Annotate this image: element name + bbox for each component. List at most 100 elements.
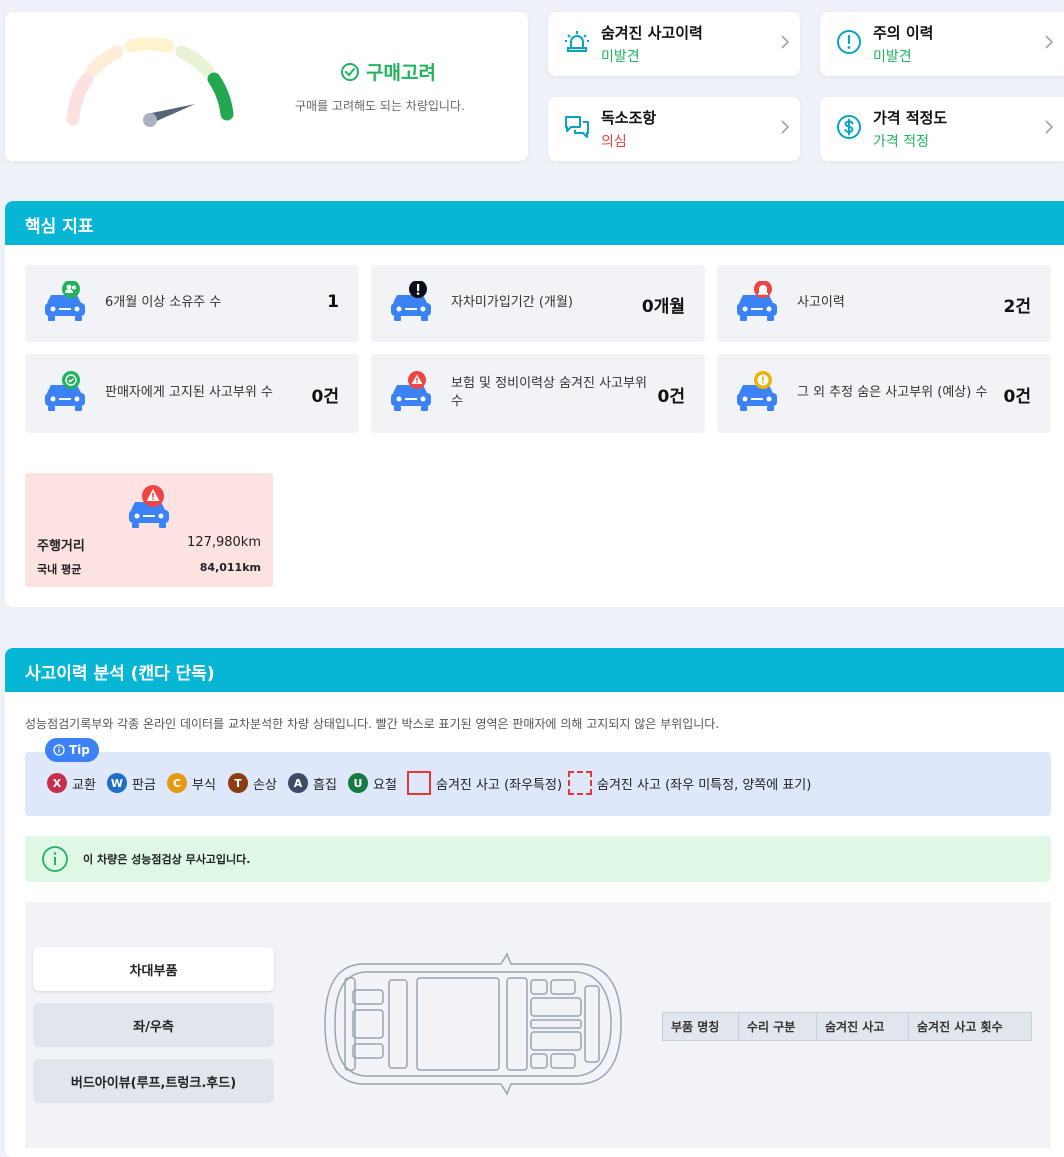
legend-label: 부식 <box>192 777 216 793</box>
average-mileage-label: 국내 평균 <box>37 563 82 576</box>
verdict-description: 구매를 고려해도 되는 차량입니다. <box>295 99 465 113</box>
legend-badge: X <box>47 773 67 793</box>
metric-value: 0건 <box>1003 387 1031 407</box>
card-title: 숨겨진 사고이력 <box>601 24 703 42</box>
card-status: 미발견 <box>601 49 640 65</box>
gauge-segment-3 <box>124 37 175 53</box>
gauge-chart <box>66 37 234 127</box>
legend-item-dent: U 요철 <box>348 773 397 793</box>
legend-label: 숨겨진 사고 (좌우특정) <box>436 777 563 793</box>
legend-item-hidden-unspecified: 숨겨진 사고 (좌우 미특정, 양쪽에 표기) <box>568 771 811 795</box>
cabin-panel <box>416 977 500 1071</box>
card-status: 미발견 <box>873 49 912 65</box>
legend-item-scratch: A 흠집 <box>288 773 337 793</box>
legend-label: 흠집 <box>313 777 337 793</box>
verdict-title-text: 구매고려 <box>366 62 436 84</box>
legend-label: 요철 <box>373 777 397 793</box>
column-header: 숨겨진 사고 횟수 <box>908 1012 1032 1041</box>
metric-value: 0건 <box>311 387 339 407</box>
key-metrics-section: 핵심 지표 6개월 이상 소유주 수 1 자차미가입기간 (개월) 0개월 사고… <box>5 201 1064 607</box>
metric-label: 판매자에게 고지된 사고부위 수 <box>105 385 273 400</box>
metric-uninsured-period: 자차미가입기간 (개월) 0개월 <box>371 265 705 342</box>
legend-badge: T <box>228 773 248 793</box>
car-body-outline <box>324 952 622 1096</box>
card-status: 가격 적정 <box>873 134 929 150</box>
card-title: 주의 이력 <box>873 24 934 42</box>
parts-table: 부품 명칭 수리 구분 숨겨진 사고 숨겨진 사고 횟수 <box>662 1012 1032 1041</box>
car-check-icon <box>45 371 85 411</box>
metric-label: 사고이력 <box>797 295 845 310</box>
chevron-right-icon <box>781 35 790 49</box>
column-header: 숨겨진 사고 <box>816 1012 909 1041</box>
tip-label: Tip <box>69 743 90 757</box>
section-title: 사고이력 분석 (캔다 단독) <box>5 648 1064 692</box>
section-title: 핵심 지표 <box>5 201 1064 245</box>
accident-analysis-section: 사고이력 분석 (캔다 단독) 성능점검기록부와 각종 온라인 데이터를 교차분… <box>5 648 1064 1157</box>
metric-hidden-parts: 보험 및 정비이력상 숨겨진 사고부위 수 0건 <box>371 354 705 433</box>
metric-estimated-hidden-parts: 그 외 추정 숨은 사고부위 (예상) 수 0건 <box>717 354 1051 433</box>
metric-value: 1 <box>327 292 339 312</box>
table-header-row: 부품 명칭 수리 구분 숨겨진 사고 숨겨진 사고 횟수 <box>662 1012 1032 1041</box>
info-icon <box>42 846 68 872</box>
chevron-right-icon <box>1045 35 1054 49</box>
metric-label: 자차미가입기간 (개월) <box>451 295 573 310</box>
car-inner-outline <box>334 971 612 1077</box>
column-header: 부품 명칭 <box>662 1012 739 1041</box>
tip-badge: Tip <box>45 738 99 762</box>
chevron-right-icon <box>1045 120 1054 134</box>
metric-disclosed-parts: 판매자에게 고지된 사고부위 수 0건 <box>25 354 359 433</box>
metric-label: 그 외 추정 숨은 사고부위 (예상) 수 <box>797 385 988 400</box>
gauge-hub <box>143 113 157 127</box>
car-caution-icon <box>737 371 777 411</box>
car-exclamation-icon <box>391 281 431 321</box>
car-diagram-panel: 차대부품 좌/우측 버드아이뷰(루프,트렁크.후드) 부품 명칭 수리 구분 숨… <box>25 902 1051 1148</box>
mileage-card: 주행거리 127,980km 국내 평균 84,011km <box>25 473 273 587</box>
hidden-accident-card[interactable]: 숨겨진 사고이력 미발견 <box>548 12 800 76</box>
legend-badge: A <box>288 773 308 793</box>
toxic-clause-card[interactable]: 독소조항 의심 <box>548 97 800 161</box>
card-title: 가격 적정도 <box>873 109 948 127</box>
card-status: 의심 <box>601 134 627 150</box>
metric-owner-count: 6개월 이상 소유주 수 1 <box>25 265 359 342</box>
legend-item-sheet-metal: W 판금 <box>107 773 156 793</box>
metric-value: 2건 <box>1003 297 1031 317</box>
legend-label: 판금 <box>132 777 156 793</box>
check-circle-icon <box>341 62 359 81</box>
price-fairness-card[interactable]: 가격 적정도 가격 적정 <box>820 97 1064 161</box>
gauge-segment-4 <box>175 45 214 77</box>
gauge-segment-2 <box>86 45 124 77</box>
mileage-value: 127,980km <box>187 535 261 550</box>
gauge-segment-5 <box>207 72 234 121</box>
car-warning-icon <box>129 485 169 528</box>
legend-label: 교환 <box>72 777 96 793</box>
metric-label: 보험 및 정비이력상 숨겨진 사고부위 수 <box>451 376 647 409</box>
caution-history-card[interactable]: 주의 이력 미발견 <box>820 12 1064 76</box>
chat-bubbles-icon <box>565 116 589 138</box>
metric-label: 6개월 이상 소유주 수 <box>105 295 222 310</box>
car-top-view-diagram <box>324 952 622 1096</box>
car-warning-icon <box>391 371 431 411</box>
tab-birds-eye[interactable]: 버드아이뷰(루프,트렁크.후드) <box>33 1059 274 1103</box>
legend-badge: W <box>107 773 127 793</box>
legend-item-damage: T 손상 <box>228 773 277 793</box>
legend-item-exchange: X 교환 <box>47 773 96 793</box>
gauge-segment-1 <box>66 72 94 126</box>
metric-value: 0개월 <box>641 297 685 317</box>
legend-item-hidden-specified: 숨겨진 사고 (좌우특정) <box>407 771 562 795</box>
alert-circle-icon <box>837 30 861 54</box>
tab-left-right[interactable]: 좌/우측 <box>33 1003 274 1047</box>
legend-item-corrosion: C 부식 <box>167 773 216 793</box>
card-title: 독소조항 <box>601 109 657 127</box>
no-accident-notice: 이 차량은 성능점검상 무사고입니다. <box>25 836 1051 882</box>
analysis-description: 성능점검기록부와 각종 온라인 데이터를 교차분석한 차량 상태입니다. 빨간 … <box>25 717 720 731</box>
solid-box-icon <box>407 771 431 795</box>
info-icon <box>53 744 65 756</box>
legend-badge: U <box>348 773 368 793</box>
rear-bay <box>584 985 600 1063</box>
column-header: 수리 구분 <box>738 1012 817 1041</box>
chevron-right-icon <box>781 120 790 134</box>
tab-frame-parts[interactable]: 차대부품 <box>33 947 274 991</box>
metric-value: 0건 <box>657 387 685 407</box>
metric-accident-history: 사고이력 2건 <box>717 265 1051 342</box>
car-owner-icon <box>45 281 85 321</box>
